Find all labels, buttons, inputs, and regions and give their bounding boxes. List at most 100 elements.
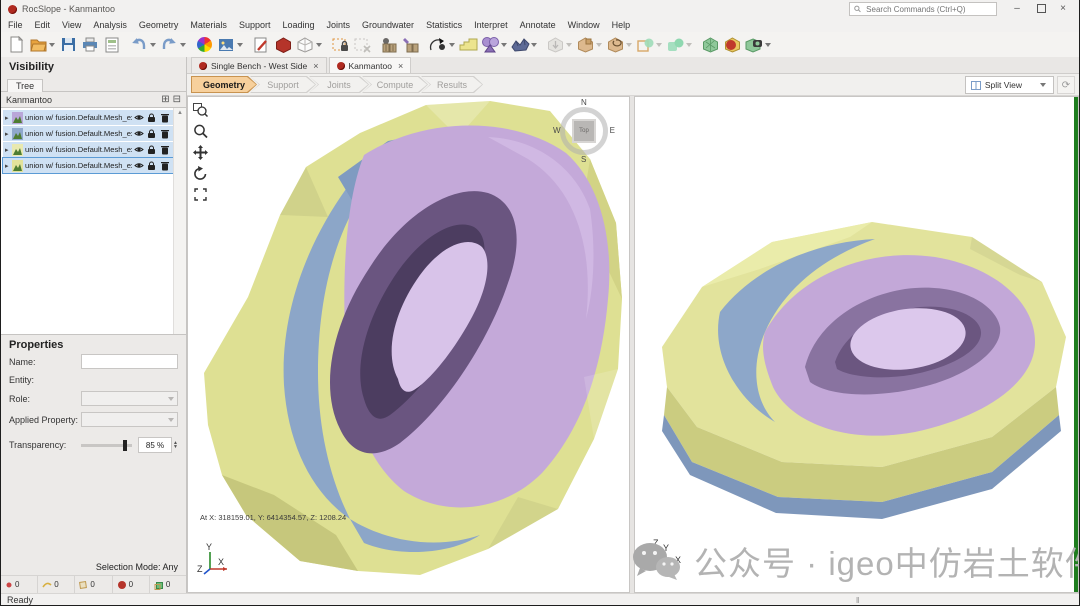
menu-interpret[interactable]: Interpret [474, 20, 508, 30]
compass-top-cube[interactable]: Top [572, 119, 596, 143]
open-file-icon[interactable] [27, 34, 49, 56]
clear-selection-icon[interactable] [351, 34, 373, 56]
joints-dropdown-caret[interactable] [501, 43, 507, 47]
role-select[interactable] [81, 391, 178, 406]
menu-support[interactable]: Support [239, 20, 271, 30]
spinner-down-icon[interactable]: ▼ [173, 445, 178, 449]
workflow-tab-support[interactable]: Support [250, 76, 316, 93]
print-icon[interactable] [79, 34, 101, 56]
compass-north[interactable]: N [581, 98, 587, 107]
wireframe-dropdown-caret[interactable] [316, 43, 322, 47]
revolve-dropdown-caret[interactable] [626, 43, 632, 47]
zoom-icon[interactable] [192, 123, 208, 139]
view-compass[interactable]: N E S W Top [553, 100, 615, 162]
transparency-spinner[interactable]: ▲▼ [173, 441, 178, 449]
split-view-select[interactable]: Split View [965, 76, 1054, 94]
selection-mode-value[interactable]: Any [162, 562, 178, 572]
delete-icon[interactable] [158, 161, 171, 171]
menu-joints[interactable]: Joints [327, 20, 351, 30]
minimize-button[interactable]: – [1007, 1, 1027, 16]
delete-icon[interactable] [158, 145, 171, 155]
joint-sets-icon[interactable] [479, 34, 501, 56]
close-button[interactable]: × [1053, 1, 1073, 16]
visibility-eye-icon[interactable] [132, 113, 145, 122]
tree-item[interactable]: ▸ union w/ fusion.Default.Mesh_extr [3, 158, 173, 173]
material-properties-icon[interactable] [272, 34, 294, 56]
maximize-button[interactable] [1031, 1, 1051, 16]
open-dropdown-caret[interactable] [49, 43, 55, 47]
doc-tab-single-bench[interactable]: Single Bench - West Side × [191, 57, 327, 73]
undo-icon[interactable] [128, 34, 150, 56]
expand-arrow-icon[interactable]: ▸ [5, 114, 12, 122]
display-options-icon[interactable] [193, 34, 215, 56]
close-tab-icon[interactable]: × [313, 61, 318, 71]
expand-all-icon[interactable]: ⊞ [161, 94, 169, 105]
lock-selection-icon[interactable] [329, 34, 351, 56]
orbit-dropdown-caret[interactable] [449, 43, 455, 47]
extrude-geometry-icon[interactable] [574, 34, 596, 56]
expand-arrow-icon[interactable]: ▸ [5, 146, 12, 154]
slider-thumb[interactable] [123, 440, 127, 451]
visibility-eye-icon[interactable] [132, 145, 145, 154]
lock-icon[interactable] [145, 161, 158, 171]
workflow-tab-geometry[interactable]: Geometry [191, 76, 257, 93]
collapse-all-icon[interactable]: ⊟ [173, 94, 181, 105]
menu-annotate[interactable]: Annotate [520, 20, 556, 30]
command-search[interactable] [849, 2, 997, 16]
edit-annotations-icon[interactable] [250, 34, 272, 56]
rotate-icon[interactable] [192, 165, 208, 181]
doc-tab-kanmantoo[interactable]: Kanmantoo × [329, 57, 412, 73]
tree-scrollbar[interactable]: ▲ [173, 108, 186, 334]
print-preview-icon[interactable] [101, 34, 123, 56]
applied-property-select[interactable] [81, 412, 178, 427]
visibility-eye-icon[interactable] [132, 129, 145, 138]
revolve-geometry-icon[interactable] [604, 34, 626, 56]
tree-item[interactable]: ▸ union w/ fusion.Default.Mesh_extr [3, 110, 173, 125]
viewport-right[interactable]: Z Y X [634, 96, 1079, 593]
visibility-eye-icon[interactable] [132, 161, 145, 170]
support-tools-icon[interactable] [378, 34, 400, 56]
new-file-icon[interactable] [5, 34, 27, 56]
menu-edit[interactable]: Edit [35, 20, 51, 30]
tree-item[interactable]: ▸ union w/ fusion.Default.Mesh_extr [3, 126, 173, 141]
workflow-tab-joints[interactable]: Joints [309, 76, 369, 93]
terrain-surface-icon[interactable] [509, 34, 531, 56]
splitter-grip-icon[interactable]: ‖ [856, 596, 860, 605]
image-dropdown-caret[interactable] [237, 43, 243, 47]
tree-item[interactable]: ▸ union w/ fusion.Default.Mesh_extr [3, 142, 173, 157]
capture-image-icon[interactable] [215, 34, 237, 56]
extrude-dropdown-caret[interactable] [596, 43, 602, 47]
wireframe-view-icon[interactable] [294, 34, 316, 56]
expand-arrow-icon[interactable]: ▸ [5, 162, 12, 170]
menu-analysis[interactable]: Analysis [93, 20, 127, 30]
menu-geometry[interactable]: Geometry [139, 20, 179, 30]
transparency-slider[interactable] [81, 444, 132, 447]
union-dropdown-caret[interactable] [686, 43, 692, 47]
menu-statistics[interactable]: Statistics [426, 20, 462, 30]
export-dropdown-caret[interactable] [765, 43, 771, 47]
add-support-icon[interactable] [400, 34, 422, 56]
close-tab-icon[interactable]: × [398, 61, 403, 71]
import-geometry-icon[interactable] [544, 34, 566, 56]
zoom-window-icon[interactable] [192, 102, 208, 118]
outline-dropdown-caret[interactable] [656, 43, 662, 47]
delete-icon[interactable] [158, 113, 171, 123]
menu-window[interactable]: Window [568, 20, 600, 30]
lock-icon[interactable] [145, 113, 158, 123]
search-input[interactable] [864, 4, 992, 15]
export-geometry-icon[interactable] [743, 34, 765, 56]
name-field[interactable] [81, 354, 178, 369]
boolean-union-icon[interactable] [664, 34, 686, 56]
delete-icon[interactable] [158, 129, 171, 139]
model-3d-right[interactable] [635, 97, 1079, 593]
undo-dropdown-caret[interactable] [150, 43, 156, 47]
menu-help[interactable]: Help [612, 20, 631, 30]
redo-icon[interactable] [158, 34, 180, 56]
expand-arrow-icon[interactable]: ▸ [5, 130, 12, 138]
orbit-view-icon[interactable] [427, 34, 449, 56]
save-icon[interactable] [57, 34, 79, 56]
viewport-left[interactable]: N E S W Top At X: 318159.01, Y: 6414354.… [187, 96, 630, 593]
compass-west[interactable]: W [553, 126, 561, 135]
surface-dropdown-caret[interactable] [531, 43, 537, 47]
zoom-extents-icon[interactable] [192, 186, 208, 202]
